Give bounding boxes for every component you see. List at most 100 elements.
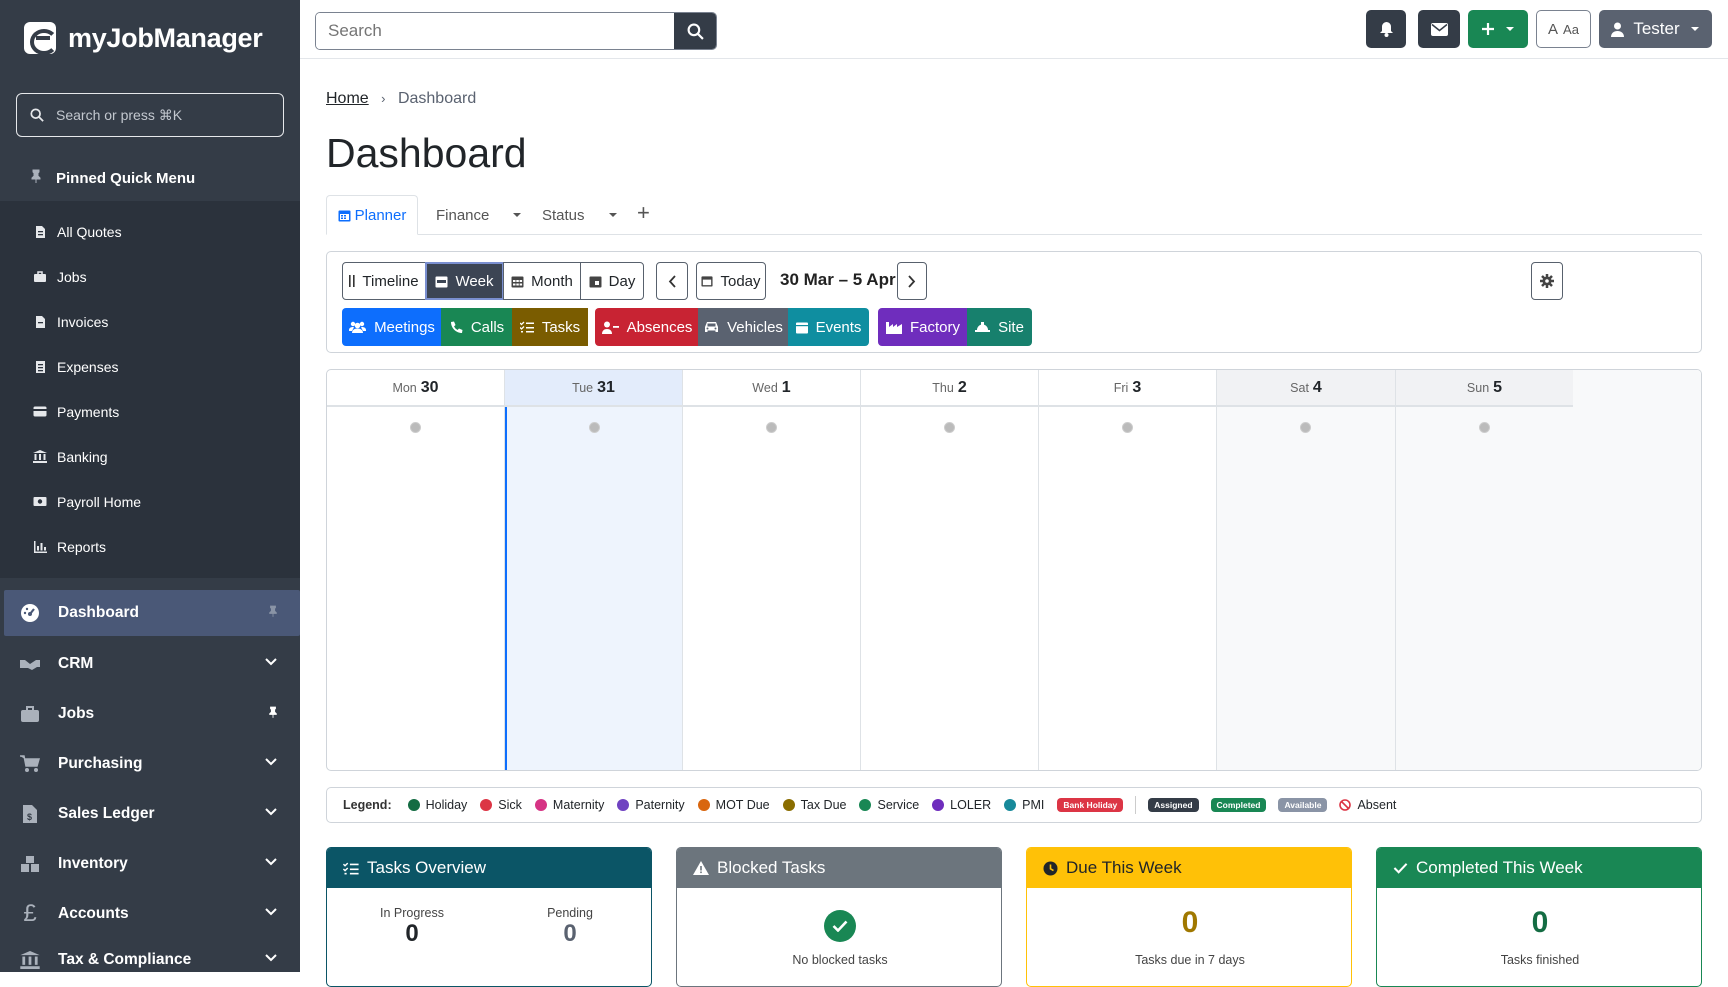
next-week-button[interactable] [897,262,927,300]
chevron-down-icon[interactable] [264,951,278,970]
pinned-item-label: Jobs [57,268,87,285]
today-button[interactable]: Today [696,262,766,300]
tab-status[interactable]: Status [542,195,617,235]
nav-purchasing[interactable]: Purchasing [0,741,300,787]
pinned-item-payments[interactable]: Payments [0,389,300,434]
chevron-down-icon[interactable] [264,805,278,824]
tab-planner[interactable]: Planner [326,195,418,235]
pinned-item-payroll-home[interactable]: Payroll Home [0,479,300,524]
notifications-button[interactable] [1366,10,1406,48]
filter-tasks-button[interactable]: Tasks [512,308,588,346]
list-check-icon [519,321,534,333]
nav-jobs[interactable]: Jobs [0,691,300,737]
check-icon [1393,863,1408,874]
sidebar-search-input[interactable]: Search or press ⌘K [16,93,284,137]
card-title: Tasks Overview [367,858,487,877]
nav-dashboard[interactable]: Dashboard [4,590,300,636]
day-column-wed[interactable]: Wed 1 [683,370,861,770]
day-header: Fri 3 [1039,370,1216,407]
day-header: Sun 5 [1396,370,1573,407]
legend-mot-due: MOT Due [697,798,770,812]
industry-icon [885,321,902,334]
filter-calls-button[interactable]: Calls [441,308,513,346]
pinned-item-reports[interactable]: Reports [0,524,300,569]
legend-label: PMI [1022,798,1045,812]
day-column-tue[interactable]: Tue 31 [505,370,683,770]
nav-label: CRM [58,655,94,672]
view-week-button[interactable]: Week [425,262,504,300]
blocked-tasks-text: No blocked tasks [792,953,888,967]
filter-events-button[interactable]: Events [788,308,869,346]
pinned-item-all-quotes[interactable]: All Quotes [0,209,300,254]
legend-dot [534,799,547,811]
user-menu-button[interactable]: Tester [1599,10,1712,48]
filter-meetings-button[interactable]: Meetings [342,308,442,346]
legend-holiday: Holiday [407,798,468,812]
nav-inventory[interactable]: Inventory [0,841,300,887]
day-column-thu[interactable]: Thu 2 [861,370,1039,770]
invoice-icon [33,315,47,329]
tab-finance[interactable]: Finance [436,195,522,235]
pinned-item-invoices[interactable]: Invoices [0,299,300,344]
pinned-item-banking[interactable]: Banking [0,434,300,479]
car-icon [705,322,719,332]
category-label: Meetings [374,318,435,336]
add-tab-button[interactable]: + [637,193,650,233]
nav-accounts[interactable]: £ Accounts [0,891,300,937]
nav-sales-ledger[interactable]: $ Sales Ledger [0,791,300,837]
pinned-item-jobs[interactable]: Jobs [0,254,300,299]
messages-button[interactable] [1418,10,1460,48]
day-column-sun[interactable]: Sun 5 [1396,370,1701,770]
day-number: 4 [1312,378,1322,396]
filter-factory-button[interactable]: Factory [878,308,968,346]
filter-vehicles-button[interactable]: Vehicles [698,308,789,346]
pinned-list: All Quotes Jobs Invoices Expenses Paymen… [0,201,300,578]
chevron-down-icon[interactable] [264,755,278,774]
filter-site-button[interactable]: Site [967,308,1032,346]
day-column-sat[interactable]: Sat 4 [1217,370,1396,770]
day-name: Fri [1113,380,1129,395]
date-range-label: 30 Mar – 5 Apr [780,270,896,289]
bell-icon [1379,22,1393,37]
top-search-input[interactable] [316,13,674,49]
pinned-item-label: Banking [57,448,108,465]
category-label: Site [998,318,1024,336]
hard-hat-icon [975,322,991,332]
nav-tax-compliance[interactable]: Tax & Compliance [0,937,300,972]
caret-down-icon[interactable] [608,212,617,218]
pin-icon[interactable] [268,604,278,622]
chevron-down-icon[interactable] [264,655,278,674]
caret-down-icon [1690,27,1699,31]
font-size-button[interactable]: A Aa [1536,10,1591,48]
boxes-icon [18,852,42,876]
prev-week-button[interactable] [656,262,688,300]
day-header: Thu 2 [861,370,1038,407]
pinned-item-expenses[interactable]: Expenses [0,344,300,389]
caret-down-icon[interactable] [513,212,522,218]
chevron-down-icon[interactable] [264,905,278,924]
search-button[interactable] [674,13,716,49]
pinned-quick-menu-header[interactable]: Pinned Quick Menu [0,155,300,201]
breadcrumb-home-link[interactable]: Home [326,90,369,107]
day-column-fri[interactable]: Fri 3 [1039,370,1217,770]
view-timeline-button[interactable]: Timeline [342,262,426,300]
chevron-down-icon[interactable] [264,855,278,874]
main-content: Home › Dashboard Dashboard Planner Finan… [300,60,1728,987]
briefcase-icon [18,702,42,726]
planner-settings-button[interactable] [1531,262,1563,300]
legend-label: Service [877,798,920,812]
view-label: Day [608,272,636,290]
legend-label: Holiday [425,798,468,812]
day-column-mon[interactable]: Mon 30 [327,370,505,770]
completed-value: 0 [1531,906,1549,939]
pin-icon[interactable] [268,705,278,723]
view-month-button[interactable]: Month [503,262,581,300]
chart-icon [33,540,47,554]
view-day-button[interactable]: Day [580,262,644,300]
day-number: 3 [1132,378,1142,396]
nav-crm[interactable]: CRM [0,641,300,687]
legend-maternity: Maternity [534,798,604,812]
filter-absences-button[interactable]: Absences [595,308,699,346]
create-new-button[interactable] [1468,10,1528,48]
app-logo[interactable]: myJobManager [24,22,263,55]
